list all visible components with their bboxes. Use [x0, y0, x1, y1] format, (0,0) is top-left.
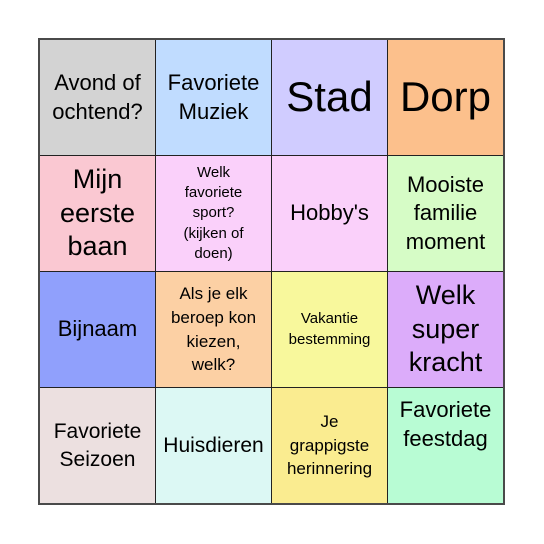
bingo-cell[interactable]: Favoriete Muziek	[156, 40, 271, 155]
bingo-cell[interactable]: Vakantie bestemming	[272, 272, 387, 387]
bingo-cell[interactable]: Favoriete Seizoen	[40, 388, 155, 503]
bingo-cell[interactable]: Huisdieren	[156, 388, 271, 503]
bingo-cell[interactable]: Welk favoriete sport? (kijken of doen)	[156, 156, 271, 271]
bingo-cell[interactable]: Favoriete feestdag	[388, 388, 503, 503]
bingo-cell[interactable]: Mijn eerste baan	[40, 156, 155, 271]
bingo-cell[interactable]: Dorp	[388, 40, 503, 155]
bingo-cell[interactable]: Als je elk beroep kon kiezen, welk?	[156, 272, 271, 387]
bingo-cell[interactable]: Mooiste familie moment	[388, 156, 503, 271]
bingo-board: Avond of ochtend? Favoriete Muziek Stad …	[38, 38, 505, 505]
bingo-cell[interactable]: Stad	[272, 40, 387, 155]
bingo-cell[interactable]: Bijnaam	[40, 272, 155, 387]
bingo-cell[interactable]: Avond of ochtend?	[40, 40, 155, 155]
bingo-cell[interactable]: Hobby's	[272, 156, 387, 271]
bingo-cell[interactable]: Welk super kracht	[388, 272, 503, 387]
bingo-cell[interactable]: Je grappigste herinnering	[272, 388, 387, 503]
